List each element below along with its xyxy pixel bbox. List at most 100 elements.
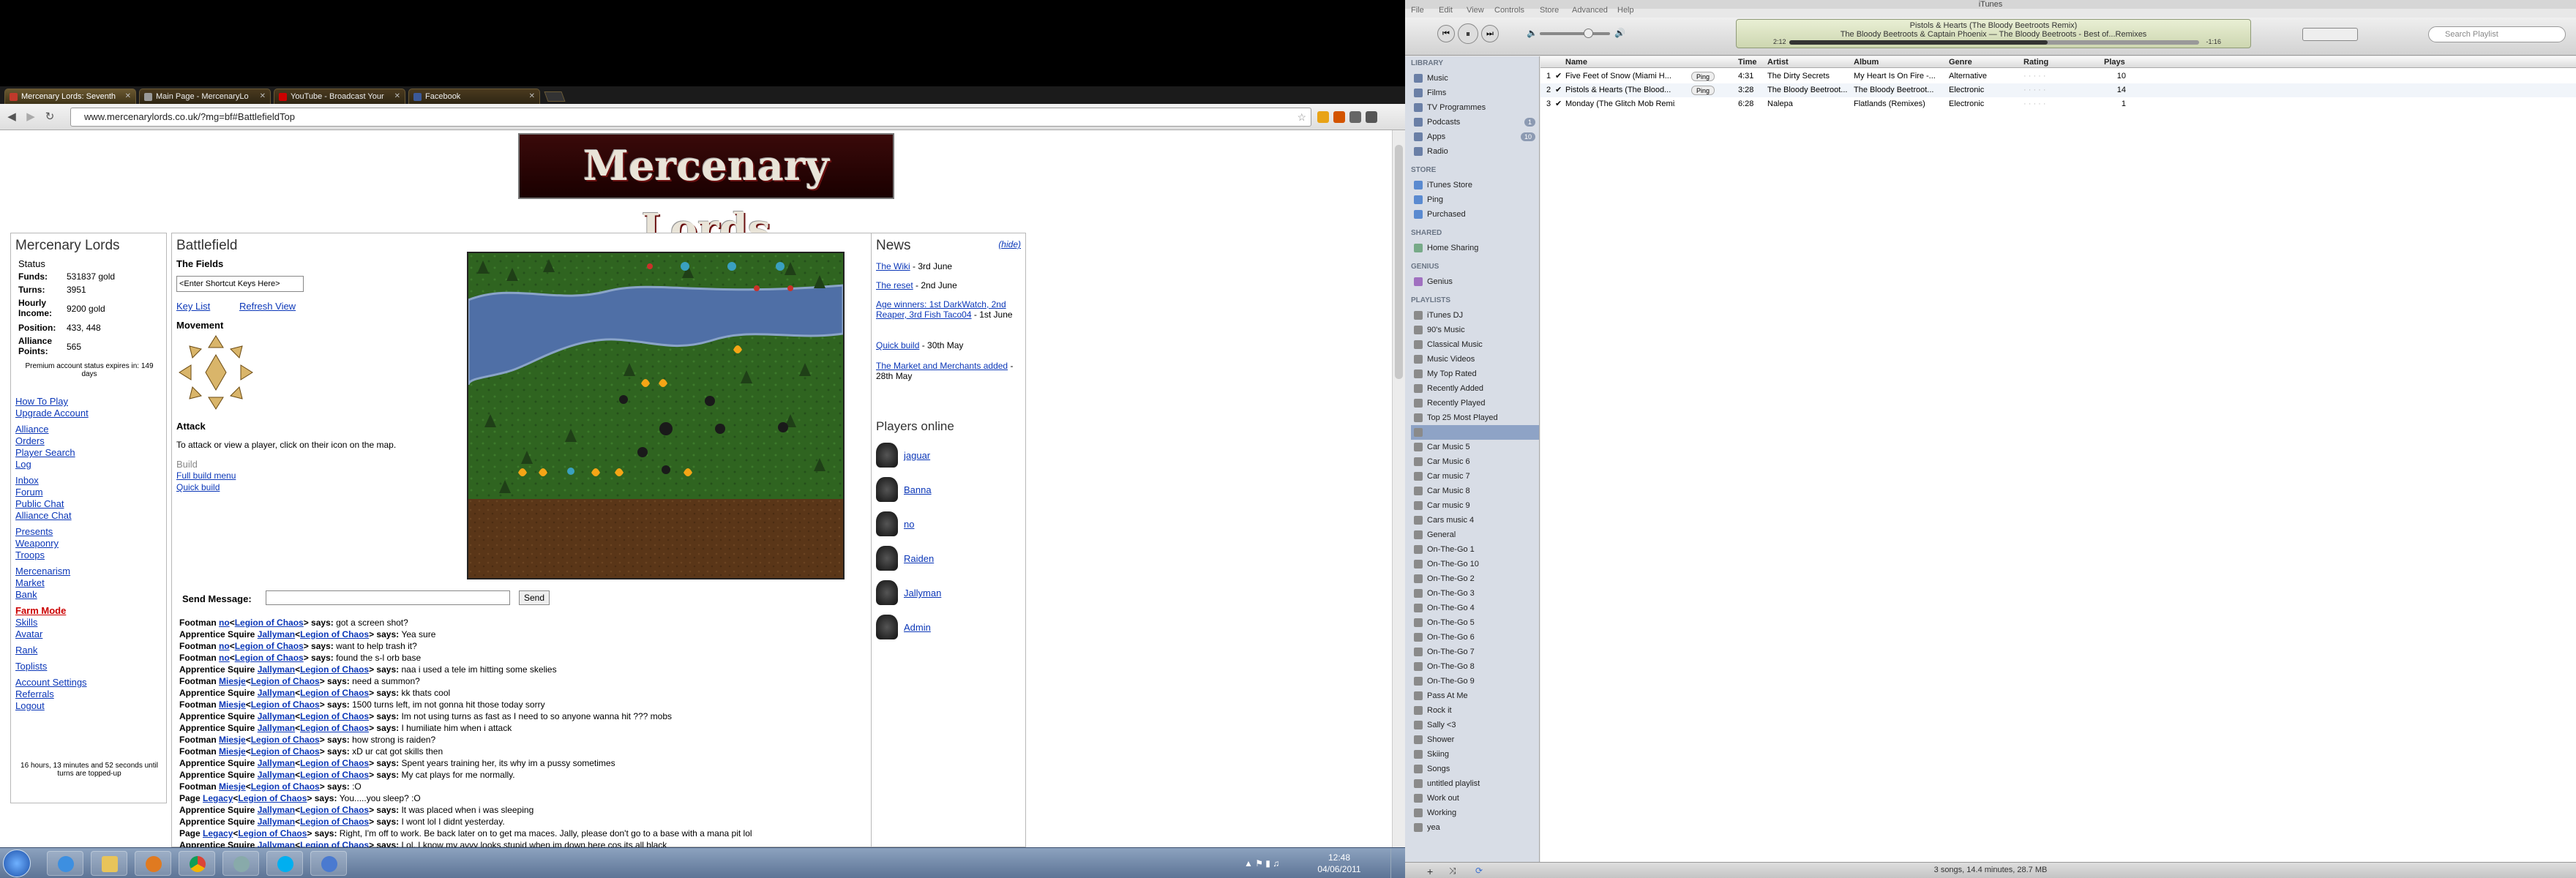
move-west-arrow[interactable]	[179, 364, 192, 380]
close-tab-icon[interactable]: ✕	[125, 92, 131, 100]
sidebar-item-music-videos[interactable]: Music Videos	[1411, 352, 1539, 367]
chat-player-link[interactable]: Jallyman	[258, 664, 295, 675]
chat-clan-link[interactable]: Legion of Chaos	[251, 676, 320, 686]
move-south-arrow[interactable]	[208, 397, 224, 410]
menu-file[interactable]: File	[1411, 6, 1424, 15]
hide-news-link[interactable]: (hide)	[998, 239, 1021, 249]
move-southwest-arrow[interactable]	[189, 386, 202, 399]
sidebar-item-pass-at-me[interactable]: Pass At Me	[1411, 688, 1539, 703]
menu-store[interactable]: Store	[1540, 6, 1559, 15]
sidebar-item-recently-played[interactable]: Recently Played	[1411, 396, 1539, 410]
chat-player-link[interactable]: Miesje	[219, 746, 246, 757]
track-checkbox[interactable]: ✔	[1555, 70, 1562, 83]
track-rating[interactable]: · · · · ·	[2023, 70, 2046, 83]
move-southeast-arrow[interactable]	[230, 386, 243, 399]
player-avatar-icon[interactable]	[876, 580, 898, 605]
sidebar-item-selected-playlist[interactable]	[1411, 425, 1539, 440]
sidebar-item-work-out[interactable]: Work out	[1411, 791, 1539, 806]
chat-player-link[interactable]: Jallyman	[258, 629, 295, 639]
chat-player-link[interactable]: Jallyman	[258, 711, 295, 721]
quick-build-link[interactable]: Quick build	[176, 482, 220, 492]
next-track-button[interactable]: ⏭	[1481, 25, 1499, 42]
sidebar-item-music[interactable]: Music	[1411, 71, 1539, 86]
nav-link-player-search[interactable]: Player Search	[15, 447, 75, 458]
chat-clan-link[interactable]: Legion of Chaos	[238, 828, 307, 838]
nav-link-presents[interactable]: Presents	[15, 526, 53, 537]
chat-clan-link[interactable]: Legion of Chaos	[238, 793, 307, 803]
player-avatar-icon[interactable]	[876, 546, 898, 571]
volume-knob[interactable]	[1584, 29, 1593, 38]
menu-edit[interactable]: Edit	[1439, 6, 1453, 15]
column-header-artist[interactable]: Artist	[1767, 58, 1789, 67]
chat-player-link[interactable]: Jallyman	[258, 723, 295, 733]
chat-clan-link[interactable]: Legion of Chaos	[251, 699, 320, 710]
full-build-menu-link[interactable]: Full build menu	[176, 470, 236, 481]
sidebar-item-car-music-5[interactable]: Car Music 5	[1411, 440, 1539, 454]
tab-mercenary-lords[interactable]: Mercenary Lords: Seventh ✕	[4, 89, 136, 104]
chat-clan-link[interactable]: Legion of Chaos	[235, 653, 304, 663]
sidebar-item-tv-programmes[interactable]: TV Programmes	[1411, 100, 1539, 115]
chat-player-link[interactable]: Jallyman	[258, 688, 295, 698]
tab-main-page[interactable]: Main Page - MercenaryLo ✕	[139, 89, 271, 104]
news-link[interactable]: Quick build	[876, 340, 919, 350]
player-avatar-icon[interactable]	[876, 477, 898, 502]
move-northwest-arrow[interactable]	[189, 345, 202, 359]
ping-button[interactable]: Ping	[1691, 72, 1715, 81]
close-tab-icon[interactable]: ✕	[260, 92, 266, 100]
back-arrow-icon[interactable]: ◀	[4, 110, 19, 124]
previous-track-button[interactable]: ⏮	[1437, 25, 1455, 42]
tab-youtube[interactable]: YouTube - Broadcast Your ✕	[274, 89, 405, 104]
nav-link-alliance[interactable]: Alliance	[15, 424, 49, 435]
taskbar-chrome[interactable]	[179, 851, 215, 876]
sidebar-item-on-the-go-10[interactable]: On-The-Go 10	[1411, 557, 1539, 571]
chat-clan-link[interactable]: Legion of Chaos	[300, 688, 369, 698]
sidebar-item-on-the-go-7[interactable]: On-The-Go 7	[1411, 645, 1539, 659]
nav-link-toplists[interactable]: Toplists	[15, 661, 47, 672]
track-row[interactable]: 1 ✔ Five Feet of Snow (Miami H... Ping 4:31 T…	[1540, 70, 2576, 83]
sidebar-item-purchased[interactable]: Purchased	[1411, 207, 1539, 222]
nav-link-inbox[interactable]: Inbox	[15, 475, 39, 486]
sidebar-item-untitled-playlist[interactable]: untitled playlist	[1411, 776, 1539, 791]
nav-link-account-settings[interactable]: Account Settings	[15, 677, 87, 688]
sidebar-item-itunes-dj[interactable]: iTunes DJ	[1411, 308, 1539, 323]
taskbar-skype[interactable]	[266, 851, 303, 876]
message-input[interactable]	[266, 590, 510, 605]
nav-link-troops[interactable]: Troops	[15, 549, 45, 560]
tab-facebook[interactable]: Facebook ✕	[408, 89, 540, 104]
player-avatar-icon[interactable]	[876, 511, 898, 536]
close-tab-icon[interactable]: ✕	[394, 92, 400, 100]
scrollbar-thumb[interactable]	[1395, 145, 1403, 379]
menu-advanced[interactable]: Advanced	[1572, 6, 1608, 15]
shortcut-keys-input[interactable]: <Enter Shortcut Keys Here>	[176, 276, 304, 292]
sidebar-item-90-s-music[interactable]: 90's Music	[1411, 323, 1539, 337]
chat-player-link[interactable]: no	[219, 641, 230, 651]
menu-controls[interactable]: Controls	[1494, 6, 1524, 15]
track-row[interactable]: 3 ✔ Monday (The Glitch Mob Remix) 6:28 Nalep…	[1540, 97, 2576, 111]
player-link[interactable]: Raiden	[904, 553, 934, 564]
nav-link-public-chat[interactable]: Public Chat	[15, 498, 64, 509]
nav-link-skills[interactable]: Skills	[15, 617, 37, 628]
player-link[interactable]: jaguar	[904, 450, 930, 461]
track-row[interactable]: 2 ✔ Pistols & Hearts (The Blood... Ping 3:28…	[1540, 83, 2576, 97]
nav-link-market[interactable]: Market	[15, 577, 45, 588]
move-north-arrow[interactable]	[208, 335, 224, 348]
sidebar-item-sally-3[interactable]: Sally <3	[1411, 718, 1539, 732]
sidebar-item-yea[interactable]: yea	[1411, 820, 1539, 835]
reload-icon[interactable]: ↻	[42, 110, 57, 124]
track-rating[interactable]: · · · · ·	[2023, 97, 2046, 111]
column-header-name[interactable]: Name	[1565, 58, 1587, 67]
nav-link-how-to-play[interactable]: How To Play	[15, 396, 68, 407]
chat-clan-link[interactable]: Legion of Chaos	[300, 805, 369, 815]
sidebar-item-shower[interactable]: Shower	[1411, 732, 1539, 747]
player-avatar-icon[interactable]	[876, 615, 898, 639]
nav-link-farm-mode[interactable]: Farm Mode	[15, 605, 66, 616]
nav-link-log[interactable]: Log	[15, 459, 31, 470]
sidebar-item-on-the-go-2[interactable]: On-The-Go 2	[1411, 571, 1539, 586]
tray-icons[interactable]: ▲ ⚑ ▮ ♫	[1244, 858, 1279, 868]
key-list-link[interactable]: Key List	[176, 301, 210, 312]
start-button[interactable]	[3, 849, 31, 877]
nav-link-bank[interactable]: Bank	[15, 589, 37, 600]
player-avatar-icon[interactable]	[876, 443, 898, 468]
column-header-plays[interactable]: Plays	[2104, 58, 2125, 67]
column-header-rating[interactable]: Rating	[2023, 58, 2048, 67]
